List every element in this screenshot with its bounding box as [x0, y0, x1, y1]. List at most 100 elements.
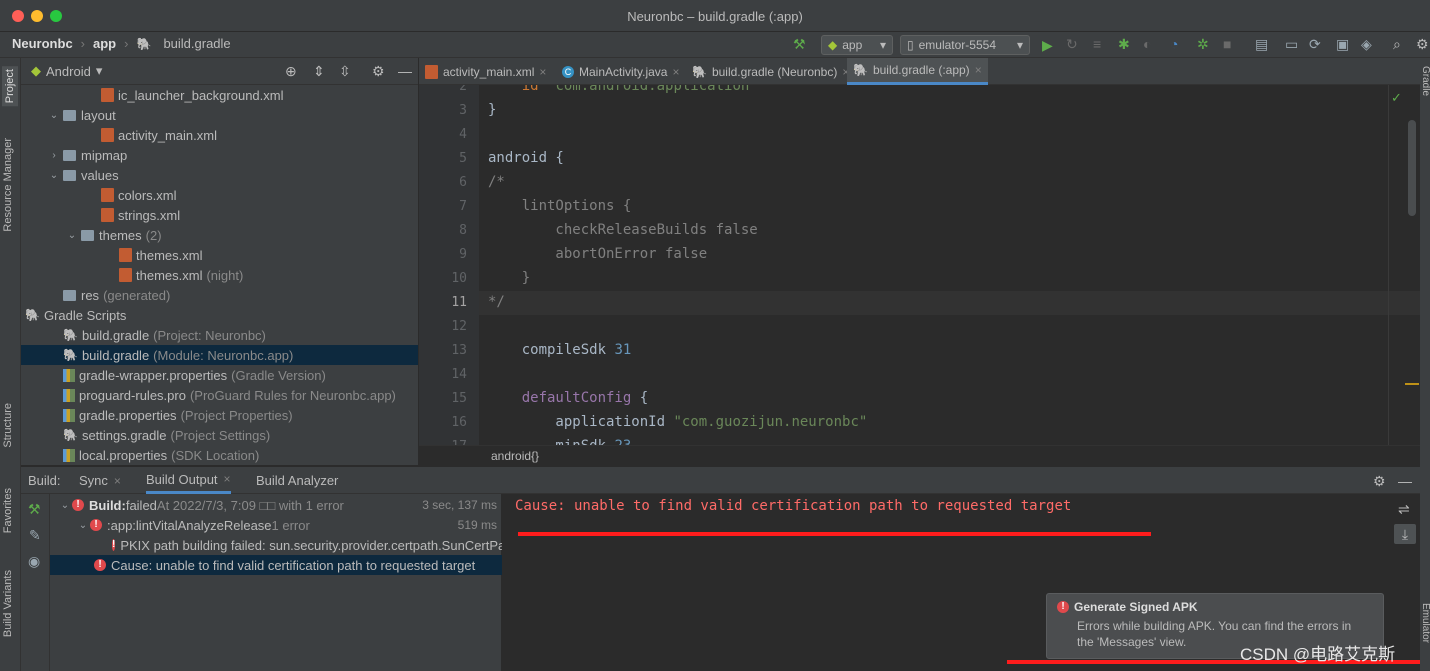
hammer-build-icon[interactable]: ⚒ — [793, 37, 806, 51]
build-tab[interactable]: Build Analyzer — [256, 467, 338, 494]
build-tree-item[interactable]: ⌄!:app:lintVitalAnalyzeRelease 1 error — [50, 515, 502, 535]
close-tab-icon[interactable]: × — [539, 65, 546, 79]
chevron-right-icon[interactable]: › — [47, 150, 61, 161]
gradle-icon: 🐘 — [25, 308, 40, 322]
tree-item[interactable]: proguard-rules.pro (ProGuard Rules for Ne… — [21, 385, 418, 405]
tree-item[interactable]: colors.xml — [21, 185, 418, 205]
build-item-text: failed — [125, 497, 157, 513]
scroll-to-end-icon[interactable]: ⤓ — [1394, 524, 1416, 544]
editor-breadcrumb[interactable]: android{} — [491, 449, 539, 463]
tree-item[interactable]: local.properties (SDK Location) — [21, 445, 418, 465]
tree-item-label: themes.xml — [136, 267, 203, 283]
gear-icon[interactable]: ⚙ — [1373, 474, 1386, 488]
eye-icon[interactable]: ◉ — [28, 554, 40, 568]
chevron-down-icon: ▾ — [879, 38, 886, 52]
tree-item[interactable]: ⌄ themes (2) — [21, 225, 418, 245]
stop-icon[interactable]: ■ — [1223, 37, 1231, 51]
chevron-down-icon[interactable]: ⌄ — [76, 520, 90, 531]
code-line: abortOnError false — [488, 246, 708, 262]
expand-all-icon[interactable]: ⇕ — [313, 64, 325, 78]
tree-item[interactable]: gradle.properties (Project Properties) — [21, 405, 418, 425]
chevron-down-icon[interactable]: ▾ — [96, 63, 103, 79]
editor-tab-label: build.gradle (Neuronbc) — [711, 64, 838, 79]
build-tab[interactable]: Sync × — [79, 467, 121, 494]
code-editor[interactable]: 234567891011121314151617 id 'com.android… — [419, 85, 1420, 445]
pin-icon[interactable]: ✎ — [29, 528, 41, 542]
search-icon[interactable]: ⌕ — [1393, 37, 1401, 51]
tree-item[interactable]: 🐘 settings.gradle (Project Settings) — [21, 425, 418, 445]
build-tab[interactable]: Build Output × — [146, 467, 231, 494]
gradle-tool-tab[interactable]: Gradle — [1420, 66, 1430, 96]
breadcrumb-project[interactable]: Neuronbc — [12, 36, 73, 51]
coverage-icon[interactable]: ◐ — [1143, 37, 1151, 51]
tree-item[interactable]: themes.xml — [21, 245, 418, 265]
project-structure-icon[interactable]: ▤ — [1255, 37, 1268, 51]
tree-item[interactable]: 🐘 build.gradle (Module: Neuronbc.app) — [21, 345, 418, 365]
project-tool-tab[interactable]: Project — [2, 66, 18, 107]
build-variants-tool-tab[interactable]: Build Variants — [2, 570, 14, 637]
avd-manager-icon[interactable]: ▭ — [1285, 37, 1298, 51]
tree-item[interactable]: gradle-wrapper.properties (Gradle Version… — [21, 365, 418, 385]
resource-manager-tool-tab[interactable]: Resource Manager — [2, 138, 14, 232]
settings-icon[interactable]: ⚙ — [1416, 37, 1429, 51]
tree-item[interactable]: › mipmap — [21, 145, 418, 165]
tree-item[interactable]: res (generated) — [21, 285, 418, 305]
close-tab-icon[interactable]: × — [224, 472, 231, 486]
project-view-select[interactable]: Android — [46, 64, 91, 79]
chevron-down-icon[interactable]: ⌄ — [65, 230, 79, 241]
editor-tab[interactable]: 🐘 build.gradle (:app) × — [847, 58, 988, 85]
emulator-tool-tab[interactable]: Emulator — [1420, 603, 1430, 643]
sdk-manager-icon[interactable]: ▣ — [1336, 37, 1349, 51]
gradle-icon: 🐘 — [853, 63, 868, 77]
build-tree-item[interactable]: ! Cause: unable to find valid certificati… — [50, 555, 502, 575]
close-tab-icon[interactable]: × — [114, 474, 121, 488]
breadcrumb-module[interactable]: app — [93, 36, 116, 51]
close-tab-icon[interactable]: × — [672, 65, 679, 79]
debug-icon[interactable]: ✱ — [1118, 37, 1130, 51]
chevron-down-icon[interactable]: ⌄ — [58, 500, 72, 511]
tree-item[interactable]: strings.xml — [21, 205, 418, 225]
editor-scrollbar[interactable] — [1408, 120, 1416, 216]
tree-item[interactable]: 🐘 build.gradle (Project: Neuronbc) — [21, 325, 418, 345]
build-item-duration: 519 ms — [457, 518, 497, 532]
chevron-down-icon[interactable]: ⌄ — [47, 170, 61, 181]
tree-item[interactable]: ic_launcher_background.xml — [21, 85, 418, 105]
structure-tool-tab[interactable]: Structure — [2, 403, 14, 448]
run-config-select[interactable]: ◆ app ▾ — [821, 35, 893, 55]
apply-changes-icon[interactable]: ↻ — [1066, 37, 1078, 51]
apply-code-changes-icon[interactable]: ≡ — [1093, 37, 1101, 51]
chevron-down-icon[interactable]: ⌄ — [47, 110, 61, 121]
hide-panel-icon[interactable]: — — [398, 64, 412, 78]
hammer-build-icon[interactable]: ⚒ — [28, 502, 41, 516]
editor-tab[interactable]: 🐘 build.gradle (Neuronbc) × — [686, 58, 855, 85]
sync-gradle-icon[interactable]: ⟳ — [1309, 37, 1321, 51]
build-item-detail: 1 error — [271, 517, 310, 533]
locate-file-icon[interactable]: ⊕ — [285, 64, 297, 78]
tree-item[interactable]: ⌄ layout — [21, 105, 418, 125]
build-tree-item[interactable]: ! PKIX path building failed: sun.security… — [50, 535, 502, 555]
tree-item[interactable]: ⌄🐘Gradle Scripts — [21, 305, 418, 325]
tree-item[interactable]: ⌄ values — [21, 165, 418, 185]
device-select[interactable]: ▯ emulator-5554 ▾ — [900, 35, 1030, 55]
xml-file-icon — [119, 268, 132, 282]
close-tab-icon[interactable]: × — [975, 63, 982, 77]
collapse-all-icon[interactable]: ⇳ — [339, 64, 351, 78]
editor-tab[interactable]: C MainActivity.java × — [556, 58, 686, 85]
build-item-detail: At 2022/7/3, 7:09 □□ with 1 error — [156, 497, 344, 513]
soft-wrap-icon[interactable]: ⇌ — [1398, 502, 1410, 516]
tree-item[interactable]: themes.xml (night) — [21, 265, 418, 285]
error-icon: ! — [1057, 601, 1069, 613]
device-manager-icon[interactable]: ◈ — [1361, 37, 1372, 51]
hide-panel-icon[interactable]: — — [1398, 474, 1412, 488]
tree-item-detail: (night) — [206, 267, 244, 283]
run-icon[interactable]: ▶ — [1042, 38, 1053, 52]
breadcrumb-file[interactable]: build.gradle — [163, 36, 230, 51]
chevron-down-icon[interactable]: ⌄ — [21, 310, 23, 321]
profile-icon[interactable]: ◔ — [1170, 37, 1178, 51]
favorites-tool-tab[interactable]: Favorites — [2, 488, 14, 533]
gear-icon[interactable]: ⚙ — [372, 64, 385, 78]
tree-item[interactable]: activity_main.xml — [21, 125, 418, 145]
editor-tab[interactable]: activity_main.xml × — [419, 58, 552, 85]
attach-debugger-icon[interactable]: ✲ — [1197, 37, 1209, 51]
editor-tab-label: MainActivity.java — [579, 64, 668, 79]
